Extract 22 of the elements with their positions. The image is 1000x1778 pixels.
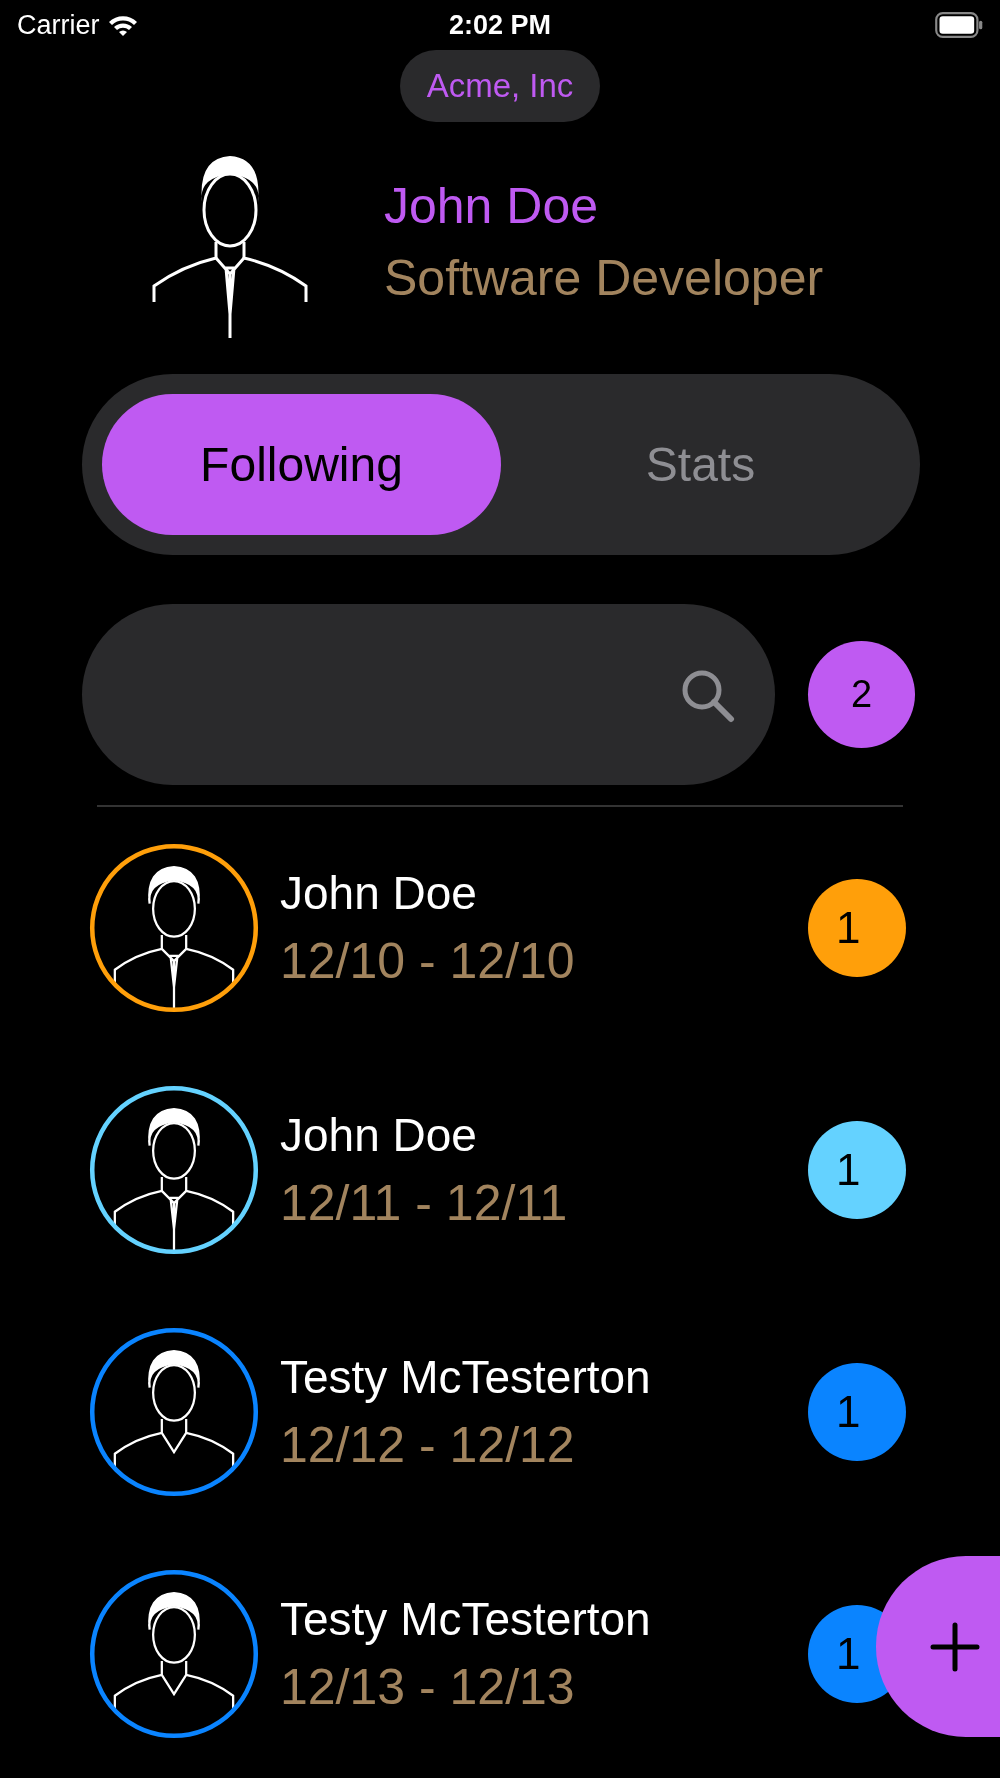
count-badge: 2 — [808, 641, 915, 748]
carrier-label: Carrier — [17, 9, 100, 41]
clock-time: 2:02 PM — [448, 9, 551, 41]
wifi-icon — [107, 14, 138, 36]
date-range: 12/11 - 12/11 — [280, 1174, 569, 1233]
person-name: Testy McTesterton — [280, 1350, 652, 1405]
date-range: 12/13 - 12/13 — [280, 1658, 576, 1717]
person-name: John Doe — [280, 1108, 478, 1163]
person-name: John Doe — [280, 866, 478, 921]
tab[interactable]: Stats — [501, 394, 900, 535]
organization-pill[interactable]: Acme, Inc — [399, 50, 601, 122]
tab[interactable]: Following — [102, 394, 501, 535]
count-badge: 1 — [808, 1121, 906, 1219]
date-range: 12/12 - 12/12 — [280, 1416, 576, 1475]
profile-title: Software Developer — [384, 249, 824, 308]
date-range: 12/10 - 12/10 — [280, 932, 576, 991]
person-name: Testy McTesterton — [280, 1592, 652, 1647]
profile-name: John Doe — [384, 177, 600, 236]
count-badge: 1 — [808, 879, 906, 977]
count-badge: 1 — [808, 1363, 906, 1461]
battery-icon — [934, 12, 984, 38]
plus-icon — [930, 1621, 980, 1672]
